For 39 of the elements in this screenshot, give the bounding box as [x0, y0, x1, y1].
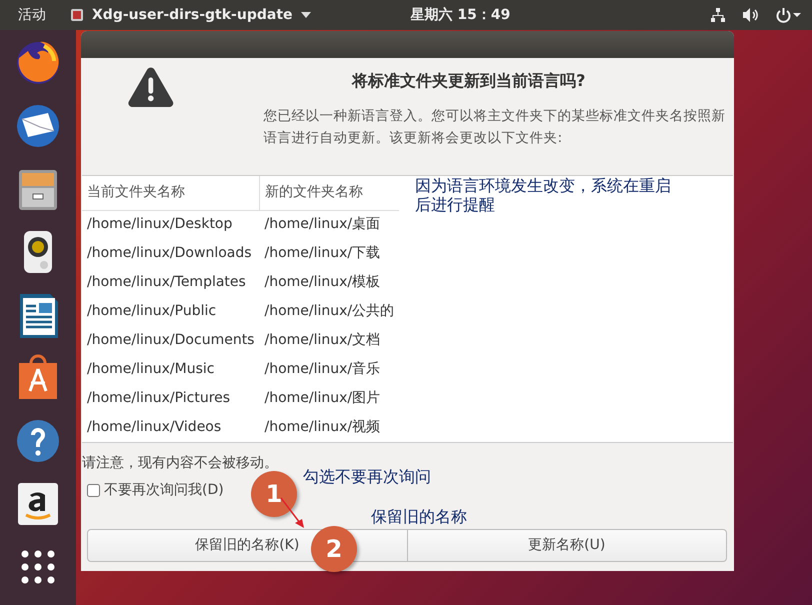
power-icon[interactable]: [776, 7, 802, 23]
app-menu[interactable]: Xdg-user-dirs-gtk-update: [70, 4, 311, 26]
dialog-message: 您已经以一种新语言登入。您可以将主文件夹下的某些标准文件夹名按照新语言进行自动更新。该更新将会更改以下文件夹:: [264, 107, 727, 148]
table-cell: /home/linux/Desktop: [82, 210, 260, 239]
caret-icon: [300, 12, 311, 18]
table-cell-text: /home/linux/Downloads: [86, 244, 253, 263]
dialog-heading: 将标准文件夹更新到当前语言吗?: [350, 70, 586, 92]
clock[interactable]: 星期六 15：49: [410, 4, 510, 26]
table-cell-text: /home/linux/图片: [263, 389, 382, 408]
table-cell-text: /home/linux/Templates: [86, 273, 247, 292]
checkbox[interactable]: [87, 484, 100, 497]
annotation-text: 勾选不要再次询问: [303, 467, 431, 486]
column-header[interactable]: 新的文件夹名称: [259, 176, 400, 210]
table-cell-text: /home/linux/公共的: [263, 302, 396, 321]
annotation-text: 因为语言环境发生改变，系统在重启后进行提醒: [415, 176, 672, 214]
network-icon[interactable]: [710, 7, 726, 23]
table-cell-text: /home/linux/Pictures: [86, 389, 232, 408]
annotation-text: 保留旧的名称: [371, 507, 467, 526]
table-cell-text: /home/linux/下载: [263, 244, 382, 263]
warning-icon: [128, 66, 174, 108]
table-cell-text: /home/linux/Videos: [86, 418, 222, 437]
table-cell: /home/linux/桌面: [259, 210, 400, 239]
notice-text: 请注意，现有内容不会被移动。: [81, 454, 279, 473]
step-marker: 2: [311, 526, 357, 572]
table-cell-text: /home/linux/Music: [86, 360, 216, 379]
table-cell-text: /home/linux/文档: [263, 331, 382, 350]
volume-icon[interactable]: [742, 7, 760, 23]
dialog-button[interactable]: 更新名称(U): [408, 529, 727, 562]
arrow: [280, 497, 306, 529]
activities-button[interactable]: 活动: [18, 4, 46, 26]
app-icon: [70, 8, 84, 22]
step-marker: 1: [251, 471, 297, 517]
column-header[interactable]: 当前文件夹名称: [82, 176, 260, 210]
table-cell-text: /home/linux/音乐: [263, 360, 382, 379]
table-cell-text: /home/linux/Public: [86, 302, 218, 321]
table-cell-text: /home/linux/模板: [263, 273, 382, 292]
table-cell-text: /home/linux/Documents: [86, 331, 256, 350]
table-cell-text: /home/linux/视频: [263, 418, 382, 437]
checkbox-label[interactable]: 不要再次询问我(D): [104, 480, 224, 501]
